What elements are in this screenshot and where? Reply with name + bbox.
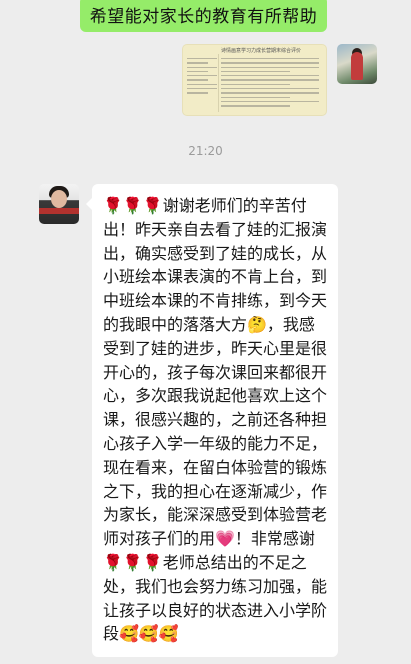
chat-timestamp: 21:20	[188, 144, 223, 158]
image-left-column	[187, 55, 217, 97]
received-message-text: 🌹🌹🌹谢谢老师们的辛苦付出！昨天亲自去看了娃的汇报演出，确实感受到了娃的成长，从…	[103, 196, 328, 644]
image-divider	[218, 54, 219, 112]
sent-text-message[interactable]: 希望能对家长的教育有所帮助	[80, 0, 327, 32]
contact-avatar[interactable]	[39, 184, 79, 224]
image-caption: 诗情画意学习力成长营期末综合评价	[221, 48, 302, 54]
received-text-message[interactable]: 🌹🌹🌹谢谢老师们的辛苦付出！昨天亲自去看了娃的汇报演出，确实感受到了娃的成长，从…	[86, 184, 338, 658]
sent-message-text: 希望能对家长的教育有所帮助	[89, 6, 318, 27]
image-right-column	[221, 55, 319, 110]
sent-image-message[interactable]: 诗情画意学习力成长营期末综合评价	[183, 45, 326, 115]
self-avatar[interactable]	[337, 44, 377, 84]
